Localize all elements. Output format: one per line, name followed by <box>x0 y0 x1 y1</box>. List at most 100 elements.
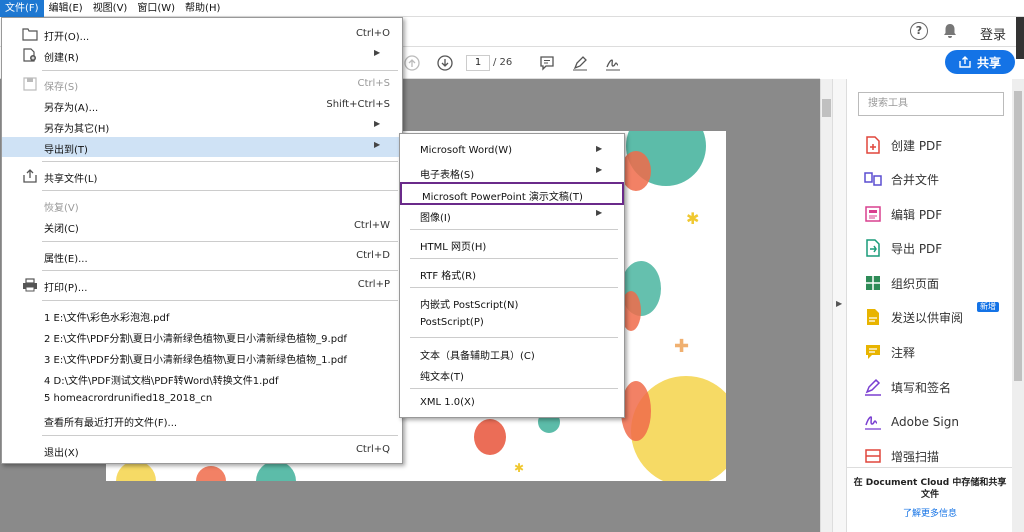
submenu-item-label: 文本（具备辅助工具）(C) <box>420 351 535 362</box>
menu-edit[interactable]: 编辑(E) <box>44 0 88 17</box>
share-file-icon <box>23 169 37 183</box>
menu-separator <box>42 241 398 242</box>
menu-view[interactable]: 视图(V) <box>88 0 133 17</box>
menu-item-label: 退出(X) <box>44 448 79 459</box>
menu-item-label: 打开(O)... <box>44 32 90 43</box>
share-button[interactable]: 共享 <box>945 50 1015 74</box>
menu-item-shortcut: Ctrl+P <box>357 279 390 290</box>
tool-edit-pdf[interactable]: 编辑 PDF <box>863 204 1009 224</box>
login-link[interactable]: 登录 <box>980 24 1006 43</box>
tool-enhance-scan[interactable]: 增强扫描 <box>863 446 1009 466</box>
share-icon <box>959 56 971 68</box>
cloud-text: 在 Document Cloud 中存储和共享文件 <box>853 478 1007 500</box>
submenu-item-label: 图像(I) <box>420 213 451 224</box>
export-powerpoint[interactable]: Microsoft PowerPoint 演示文稿(T) <box>400 182 624 205</box>
sign-icon[interactable] <box>603 53 623 73</box>
export-postscript[interactable]: PostScript(P) <box>400 313 624 333</box>
menu-file[interactable]: 文件(F) <box>0 0 44 17</box>
page-total: / 26 <box>493 57 513 68</box>
export-word[interactable]: Microsoft Word(W) ▶ <box>400 141 624 161</box>
menu-window[interactable]: 窗口(W) <box>132 0 180 17</box>
scroll-thumb[interactable] <box>1014 91 1022 381</box>
export-image[interactable]: 图像(I) ▶ <box>400 205 624 225</box>
print-icon <box>23 278 37 292</box>
tool-label: 填写和签名 <box>891 380 952 395</box>
submenu-item-label: 纯文本(T) <box>420 372 464 383</box>
menu-item-export-to[interactable]: 导出到(T) ▶ <box>2 137 402 157</box>
menu-separator <box>42 300 398 301</box>
menu-item-label: 查看所有最近打开的文件(F)... <box>44 418 178 429</box>
menu-item-print[interactable]: 打印(P)... Ctrl+P <box>2 275 402 295</box>
export-rtf[interactable]: RTF 格式(R) <box>400 263 624 283</box>
recent-file-5[interactable]: 5 homeacrordrunified18_2018_cn <box>2 389 402 409</box>
tools-panel: 搜索工具 创建 PDF 合并文件 编辑 PDF 导出 PDF 组织页面 发送以供… <box>846 79 1013 532</box>
scroll-thumb[interactable] <box>822 99 831 117</box>
panel-toggle[interactable]: ▶ <box>832 79 846 532</box>
menu-item-view-all-recent[interactable]: 查看所有最近打开的文件(F)... <box>2 410 402 430</box>
export-html[interactable]: HTML 网页(H) <box>400 234 624 254</box>
menu-item-share-file[interactable]: 共享文件(L) <box>2 166 402 186</box>
menu-item-shortcut: Shift+Ctrl+S <box>326 99 390 110</box>
export-accessible-text[interactable]: 文本（具备辅助工具）(C) <box>400 343 624 363</box>
tool-organize-pages[interactable]: 组织页面 <box>863 273 1009 293</box>
recent-file-3[interactable]: 3 E:\文件\PDF分割\夏日小清新绿色植物\夏日小清新绿色植物_1.pdf <box>2 347 402 367</box>
blob-red-small <box>474 419 506 455</box>
organize-pages-icon <box>863 273 883 293</box>
tool-adobe-sign[interactable]: Adobe Sign <box>863 412 1009 432</box>
submenu-item-label: Microsoft PowerPoint 演示文稿(T) <box>422 192 583 203</box>
tool-comment[interactable]: 注释 <box>863 342 1009 362</box>
menu-item-save-as[interactable]: 另存为(A)... Shift+Ctrl+S <box>2 95 402 115</box>
menu-separator <box>410 229 618 230</box>
menu-item-save[interactable]: 保存(S) Ctrl+S <box>2 74 402 94</box>
comment-icon <box>863 342 883 362</box>
tool-create-pdf[interactable]: 创建 PDF <box>863 135 1009 155</box>
panel-scrollbar[interactable] <box>1012 79 1024 532</box>
menu-item-open[interactable]: 打开(O)... Ctrl+O <box>2 24 402 44</box>
blob-yellow-left <box>116 461 156 481</box>
bell-icon[interactable] <box>942 23 958 39</box>
menu-item-label: 导出到(T) <box>44 145 88 156</box>
tool-export-pdf[interactable]: 导出 PDF <box>863 238 1009 258</box>
menu-separator <box>410 287 618 288</box>
next-page-icon[interactable] <box>435 53 455 73</box>
recent-file-2[interactable]: 2 E:\文件\PDF分割\夏日小清新绿色植物\夏日小清新绿色植物_9.pdf <box>2 326 402 346</box>
recent-file-label: 1 E:\文件\彩色水彩泡泡.pdf <box>44 313 170 324</box>
blob-orange-left <box>196 466 226 481</box>
menu-item-save-as-other[interactable]: 另存为其它(H) ▶ <box>2 116 402 136</box>
recent-file-1[interactable]: 1 E:\文件\彩色水彩泡泡.pdf <box>2 305 402 325</box>
menu-item-create[interactable]: 创建(R) ▶ <box>2 45 402 65</box>
menu-item-revert[interactable]: 恢复(V) <box>2 195 402 215</box>
menu-item-label: 关闭(C) <box>44 224 79 235</box>
export-spreadsheet[interactable]: 电子表格(S) ▶ <box>400 162 624 182</box>
menu-separator <box>42 435 398 436</box>
menu-item-close[interactable]: 关闭(C) Ctrl+W <box>2 216 402 236</box>
tool-fill-and-sign[interactable]: 填写和签名 <box>863 377 1009 397</box>
learn-more-link[interactable]: 了解更多信息 <box>853 506 1007 519</box>
menu-item-label: 打印(P)... <box>44 283 88 294</box>
export-plain-text[interactable]: 纯文本(T) <box>400 364 624 384</box>
document-scrollbar[interactable] <box>820 79 832 532</box>
tool-label: 创建 PDF <box>891 138 943 153</box>
export-xml[interactable]: XML 1.0(X) <box>400 393 624 413</box>
submenu-item-label: 电子表格(S) <box>420 170 475 181</box>
file-menu: 打开(O)... Ctrl+O 创建(R) ▶ 保存(S) Ctrl+S 另存为… <box>1 17 403 464</box>
tool-combine-files[interactable]: 合并文件 <box>863 169 1009 189</box>
recent-file-label: 5 homeacrordrunified18_2018_cn <box>44 393 213 404</box>
menu-item-shortcut: Ctrl+W <box>353 220 390 231</box>
export-eps[interactable]: 内嵌式 PostScript(N) <box>400 292 624 312</box>
prev-page-icon[interactable] <box>402 53 422 73</box>
menu-item-properties[interactable]: 属性(E)... Ctrl+D <box>2 246 402 266</box>
send-for-review-icon <box>863 307 883 327</box>
menu-bar: 文件(F) 编辑(E) 视图(V) 窗口(W) 帮助(H) <box>0 0 1024 17</box>
highlight-pen-icon[interactable] <box>570 53 590 73</box>
menu-item-exit[interactable]: 退出(X) Ctrl+Q <box>2 440 402 460</box>
comment-icon[interactable] <box>537 53 557 73</box>
submenu-item-label: XML 1.0(X) <box>420 397 475 408</box>
menu-item-label: 保存(S) <box>44 82 79 93</box>
search-tools-input[interactable]: 搜索工具 <box>858 92 1004 116</box>
recent-file-4[interactable]: 4 D:\文件\PDF测试文档\PDF转Word\转换文件1.pdf <box>2 368 402 388</box>
page-number-input[interactable]: 1 <box>466 55 490 71</box>
enhance-scan-icon <box>863 446 883 466</box>
help-icon[interactable]: ? <box>910 22 928 40</box>
menu-help[interactable]: 帮助(H) <box>180 0 225 17</box>
